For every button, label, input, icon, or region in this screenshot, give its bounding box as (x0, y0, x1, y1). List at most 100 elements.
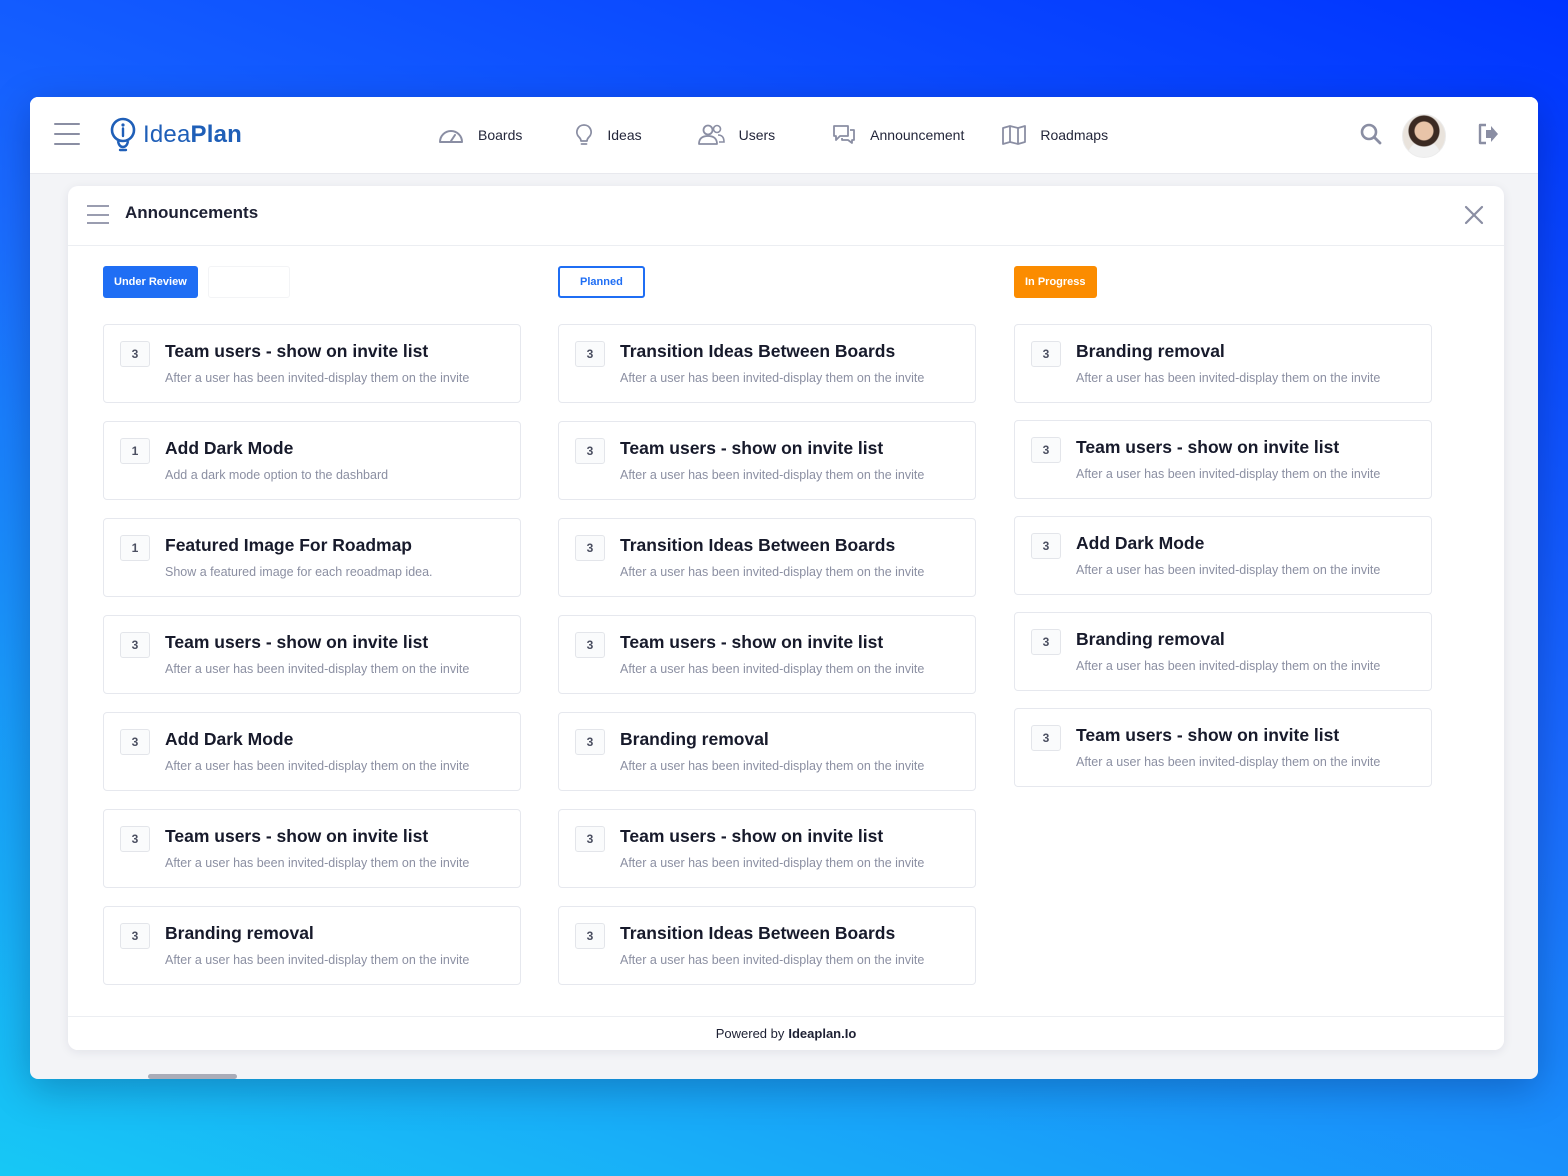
card-title: Add Dark Mode (165, 438, 294, 458)
vote-count-badge[interactable]: 3 (575, 535, 605, 561)
ideaplan-logo[interactable]: IdeaPlan (109, 115, 242, 155)
nav-label-roadmaps: Roadmaps (1040, 127, 1109, 143)
idea-card[interactable]: 3 Branding removal After a user has been i… (1014, 612, 1432, 691)
card-description: After a user has been invited-display th… (620, 371, 925, 385)
nav-item-users[interactable]: Users (697, 124, 776, 146)
status-badge-in-progress[interactable]: In Progress (1014, 266, 1097, 298)
vote-count-badge[interactable]: 3 (1031, 725, 1061, 751)
card-description: After a user has been invited-display th… (165, 856, 470, 870)
card-title: Add Dark Mode (165, 729, 294, 749)
logout-icon[interactable] (1476, 122, 1500, 146)
card-description: After a user has been invited-display th… (620, 662, 925, 676)
idea-card[interactable]: 3 Team users - show on invite list After a… (558, 809, 976, 888)
idea-card[interactable]: 3 Branding removal After a user has been i… (558, 712, 976, 791)
card-title: Team users - show on invite list (620, 438, 884, 458)
idea-card[interactable]: 3 Team users - show on invite list After a… (558, 615, 976, 694)
footer-prefix: Powered by (715, 1026, 785, 1041)
status-badge-planned[interactable]: Planned (558, 266, 645, 298)
nav-item-boards[interactable]: Boards (438, 125, 522, 145)
idea-card[interactable]: 3 Branding removal After a user has been i… (1014, 324, 1432, 403)
vote-count-badge[interactable]: 3 (120, 341, 150, 367)
card-description: After a user has been invited-display th… (1076, 371, 1381, 385)
idea-card[interactable]: 3 Branding removal After a user has been i… (103, 906, 521, 985)
nav-item-ideas[interactable]: Ideas (575, 123, 642, 147)
lightbulb-logo-icon (110, 117, 136, 152)
idea-card[interactable]: 3 Add Dark Mode After a user has been invi… (1014, 516, 1432, 595)
idea-card[interactable]: 3 Transition Ideas Between Boards After a … (558, 518, 976, 597)
card-title: Team users - show on invite list (165, 826, 429, 846)
idea-card[interactable]: 3 Transition Ideas Between Boards After a … (558, 324, 976, 403)
nav-label-ideas: Ideas (607, 127, 642, 143)
vote-count-badge[interactable]: 3 (575, 341, 605, 367)
vote-count-badge[interactable]: 3 (1031, 437, 1061, 463)
vote-count-badge[interactable]: 3 (120, 923, 150, 949)
card-title: Team users - show on invite list (165, 632, 429, 652)
idea-card[interactable]: 1 Featured Image For Roadmap Show a featur… (103, 518, 521, 597)
card-title: Branding removal (1076, 341, 1225, 361)
nav-item-announcement[interactable]: Announcement (832, 124, 964, 146)
card-title: Transition Ideas Between Boards (620, 341, 896, 361)
panel-menu-icon[interactable] (87, 205, 109, 224)
card-title: Featured Image For Roadmap (165, 535, 412, 555)
card-description: After a user has been invited-display th… (1076, 467, 1381, 481)
card-title: Transition Ideas Between Boards (620, 923, 896, 943)
card-title: Transition Ideas Between Boards (620, 535, 896, 555)
ghost-tab (207, 266, 290, 298)
app-window: IdeaPlan Boards Ideas Users Announcement… (30, 97, 1538, 1079)
idea-card[interactable]: 3 Add Dark Mode After a user has been invi… (103, 712, 521, 791)
card-description: After a user has been invited-display th… (165, 371, 470, 385)
idea-card[interactable]: 3 Transition Ideas Between Boards After a … (558, 906, 976, 985)
top-navbar: IdeaPlan Boards Ideas Users Announcement… (30, 97, 1538, 173)
card-title: Branding removal (165, 923, 314, 943)
vote-count-badge[interactable]: 3 (1031, 341, 1061, 367)
users-icon (697, 124, 725, 145)
vote-count-badge[interactable]: 1 (120, 535, 150, 561)
idea-card[interactable]: 3 Team users - show on invite list After a… (558, 421, 976, 500)
card-description: After a user has been invited-display th… (165, 759, 470, 773)
card-description: After a user has been invited-display th… (620, 953, 925, 967)
search-icon[interactable] (1359, 122, 1383, 146)
vote-count-badge[interactable]: 1 (120, 438, 150, 464)
idea-card[interactable]: 3 Team users - show on invite list After a… (1014, 708, 1432, 787)
footer-brand-link[interactable]: Ideaplan.Io (788, 1026, 856, 1041)
card-description: After a user has been invited-display th… (1076, 659, 1381, 673)
card-description: Add a dark mode option to the dashbard (165, 468, 389, 482)
card-description: After a user has been invited-display th… (1076, 755, 1381, 769)
idea-card[interactable]: 3 Team users - show on invite list After a… (103, 324, 521, 403)
vote-count-badge[interactable]: 3 (120, 729, 150, 755)
nav-label-users: Users (738, 127, 776, 143)
nav-item-roadmaps[interactable]: Roadmaps (1002, 125, 1108, 145)
vote-count-badge[interactable]: 3 (575, 438, 605, 464)
vote-count-badge[interactable]: 3 (575, 632, 605, 658)
idea-card[interactable]: 1 Add Dark Mode Add a dark mode option to … (103, 421, 521, 500)
card-title: Branding removal (620, 729, 769, 749)
card-title: Team users - show on invite list (620, 826, 884, 846)
vote-count-badge[interactable]: 3 (1031, 533, 1061, 559)
idea-card[interactable]: 3 Team users - show on invite list After a… (103, 615, 521, 694)
logo-text-bold: Plan (190, 121, 242, 148)
status-badge-under-review[interactable]: Under Review (103, 266, 198, 298)
map-icon (1002, 125, 1027, 145)
card-description: After a user has been invited-display th… (620, 856, 925, 870)
card-description: After a user has been invited-display th… (620, 759, 925, 773)
idea-card[interactable]: 3 Team users - show on invite list After a… (103, 809, 521, 888)
card-description: After a user has been invited-display th… (1076, 563, 1381, 577)
vote-count-badge[interactable]: 3 (1031, 629, 1061, 655)
card-list: 3 Branding removal After a user has been i… (1014, 324, 1432, 787)
vote-count-badge[interactable]: 3 (575, 923, 605, 949)
column-planned: Planned 3 Transition Ideas Between Boards… (558, 266, 976, 1003)
hamburger-menu-icon[interactable] (54, 123, 80, 145)
card-description: After a user has been invited-display th… (620, 565, 925, 579)
card-title: Team users - show on invite list (1076, 437, 1340, 457)
logo-text: IdeaPlan (143, 121, 242, 149)
close-icon[interactable] (1463, 204, 1485, 226)
idea-card[interactable]: 3 Team users - show on invite list After a… (1014, 420, 1432, 499)
card-title: Add Dark Mode (1076, 533, 1205, 553)
horizontal-scrollbar[interactable] (148, 1074, 237, 1079)
vote-count-badge[interactable]: 3 (120, 826, 150, 852)
vote-count-badge[interactable]: 3 (120, 632, 150, 658)
vote-count-badge[interactable]: 3 (575, 826, 605, 852)
vote-count-badge[interactable]: 3 (575, 729, 605, 755)
gauge-icon (439, 130, 463, 143)
user-avatar[interactable] (1402, 114, 1446, 158)
